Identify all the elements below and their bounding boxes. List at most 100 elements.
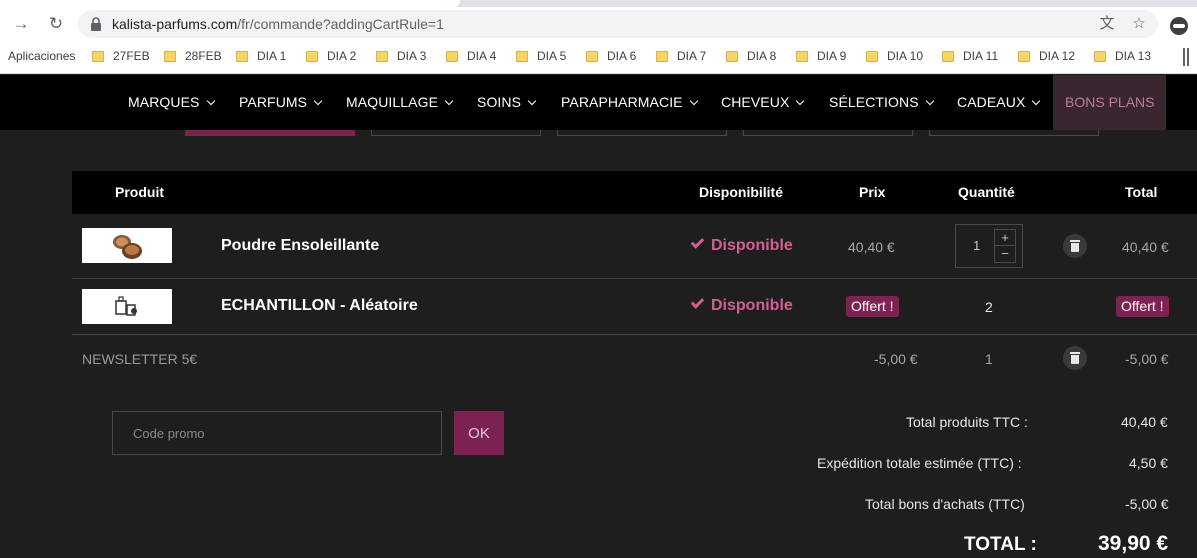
- chevron-down-icon: [527, 96, 537, 106]
- menu-soins[interactable]: SOINS: [477, 94, 537, 110]
- product-name[interactable]: ECHANTILLON - Aléatoire: [221, 297, 418, 315]
- subtotal-value: 40,40 €: [1121, 414, 1168, 430]
- bookmark-dia-3[interactable]: DIA 3: [376, 49, 426, 63]
- availability-status: Disponible: [690, 295, 793, 315]
- header-availability: Disponibilité: [699, 184, 783, 200]
- chevron-down-icon: [313, 96, 323, 106]
- menu-parapharmacie[interactable]: PARAPHARMACIE: [561, 94, 698, 110]
- address-bar[interactable]: kalista-parfums.com/fr/commande?addingCa…: [78, 10, 1158, 38]
- folder-icon: [1094, 50, 1106, 62]
- header-price: Prix: [859, 184, 886, 200]
- product-name[interactable]: Poudre Ensoleillante: [221, 237, 379, 255]
- product-image[interactable]: [82, 228, 172, 263]
- bookmark-label: DIA 11: [963, 49, 999, 63]
- menu-cadeaux[interactable]: CADEAUX: [957, 94, 1041, 110]
- bookmark-dia-13[interactable]: DIA 13: [1094, 49, 1151, 63]
- promo-code-input[interactable]: [112, 411, 442, 455]
- url-text: kalista-parfums.com/fr/commande?addingCa…: [112, 16, 444, 32]
- bookmark-dia-6[interactable]: DIA 6: [586, 49, 636, 63]
- grand-total-value: 39,90 €: [1098, 532, 1169, 555]
- quantity-value[interactable]: 1: [973, 238, 980, 253]
- bookmark-28feb[interactable]: 28FEB: [164, 49, 222, 63]
- availability-status: Disponible: [690, 235, 793, 255]
- stepper-buttons: + −: [994, 229, 1016, 263]
- check-icon: [690, 235, 705, 249]
- menu-bons-plans[interactable]: BONS PLANS: [1053, 75, 1166, 130]
- profile-avatar[interactable]: [1170, 17, 1188, 35]
- more-bookmarks-icon[interactable]: [1183, 48, 1189, 66]
- menu-parfums[interactable]: PARFUMS: [239, 94, 323, 110]
- menu-marques[interactable]: MARQUES: [128, 94, 215, 110]
- row-divider: [72, 278, 1197, 279]
- checkout-step-cart[interactable]: [185, 130, 355, 136]
- bookmark-dia-9[interactable]: DIA 9: [796, 49, 846, 63]
- folder-icon: [516, 50, 528, 62]
- offered-badge: Offert !: [1116, 296, 1169, 317]
- decrement-button[interactable]: −: [995, 246, 1015, 262]
- tab-strip: [0, 0, 1197, 7]
- checkout-step-3[interactable]: [557, 130, 727, 136]
- chevron-down-icon: [206, 96, 215, 106]
- header-product: Produit: [115, 184, 164, 200]
- bookmark-label: DIA 8: [747, 49, 777, 63]
- bookmark-27feb[interactable]: 27FEB: [92, 49, 150, 63]
- trash-icon[interactable]: [1063, 346, 1087, 370]
- bookmark-dia-2[interactable]: DIA 2: [306, 49, 356, 63]
- translate-icon[interactable]: 文: [1098, 15, 1116, 33]
- shipping-value: 4,50 €: [1129, 455, 1168, 471]
- bookmark-dia-10[interactable]: DIA 10: [866, 49, 923, 63]
- bookmark-dia-4[interactable]: DIA 4: [446, 49, 496, 63]
- bookmark-dia-7[interactable]: DIA 7: [656, 49, 706, 63]
- menu-maquillage[interactable]: MAQUILLAGE: [346, 94, 454, 110]
- main-menu: MARQUES PARFUMS MAQUILLAGE SOINS PARAPHA…: [0, 75, 1197, 130]
- star-icon[interactable]: ☆: [1130, 15, 1148, 33]
- quantity-stepper[interactable]: 1 + −: [955, 224, 1023, 268]
- menu-selections[interactable]: SÉLECTIONS: [829, 94, 934, 110]
- reload-icon[interactable]: ↻: [45, 13, 67, 35]
- voucher-amount: -5,00 €: [874, 351, 918, 367]
- folder-icon: [446, 50, 458, 62]
- bookmark-dia-5[interactable]: DIA 5: [516, 49, 566, 63]
- bookmark-dia-12[interactable]: DIA 12: [1018, 49, 1075, 63]
- bookmark-apps[interactable]: Aplicaciones: [8, 49, 75, 63]
- forward-icon[interactable]: →: [10, 13, 32, 35]
- bookmark-label: DIA 7: [677, 49, 707, 63]
- product-image[interactable]: [82, 289, 172, 324]
- active-tab[interactable]: [0, 0, 460, 7]
- menu-label: MAQUILLAGE: [346, 94, 439, 110]
- bookmark-label: DIA 3: [397, 49, 427, 63]
- menu-label: BONS PLANS: [1065, 94, 1155, 110]
- cart-table-header: Produit Disponibilité Prix Quantité Tota…: [72, 171, 1197, 214]
- row-total: 40,40 €: [1122, 239, 1169, 255]
- voucher-name: NEWSLETTER 5€: [82, 351, 198, 367]
- chevron-down-icon: [925, 96, 934, 106]
- chevron-down-icon: [689, 96, 698, 106]
- menu-label: SOINS: [477, 94, 522, 110]
- bookmark-dia-8[interactable]: DIA 8: [726, 49, 776, 63]
- increment-button[interactable]: +: [995, 230, 1015, 246]
- trash-icon[interactable]: [1063, 234, 1087, 258]
- menu-cheveux[interactable]: CHEVEUX: [721, 94, 805, 110]
- folder-icon: [92, 50, 104, 62]
- check-icon: [690, 295, 705, 309]
- quantity-value: 2: [985, 299, 993, 315]
- menu-label: CADEAUX: [957, 94, 1026, 110]
- subtotal-label: Total produits TTC :: [906, 414, 1028, 430]
- folder-icon: [726, 50, 738, 62]
- chevron-down-icon: [1032, 96, 1041, 106]
- folder-icon: [376, 50, 388, 62]
- header-quantity: Quantité: [958, 184, 1015, 200]
- folder-icon: [866, 50, 878, 62]
- checkout-step-5[interactable]: [929, 130, 1099, 136]
- bookmark-label: 27FEB: [113, 49, 150, 63]
- checkout-step-4[interactable]: [743, 130, 913, 136]
- bookmark-label: DIA 12: [1039, 49, 1076, 63]
- checkout-step-2[interactable]: [371, 130, 541, 136]
- browser-toolbar: → ↻ kalista-parfums.com/fr/commande?addi…: [0, 7, 1197, 40]
- apply-promo-button[interactable]: OK: [454, 411, 504, 455]
- availability-label: Disponible: [711, 237, 793, 254]
- bookmark-dia-1[interactable]: DIA 1: [236, 49, 286, 63]
- bookmark-dia-11[interactable]: DIA 11: [942, 49, 998, 63]
- voucher-total: -5,00 €: [1125, 351, 1169, 367]
- url-host: kalista-parfums.com: [112, 16, 238, 32]
